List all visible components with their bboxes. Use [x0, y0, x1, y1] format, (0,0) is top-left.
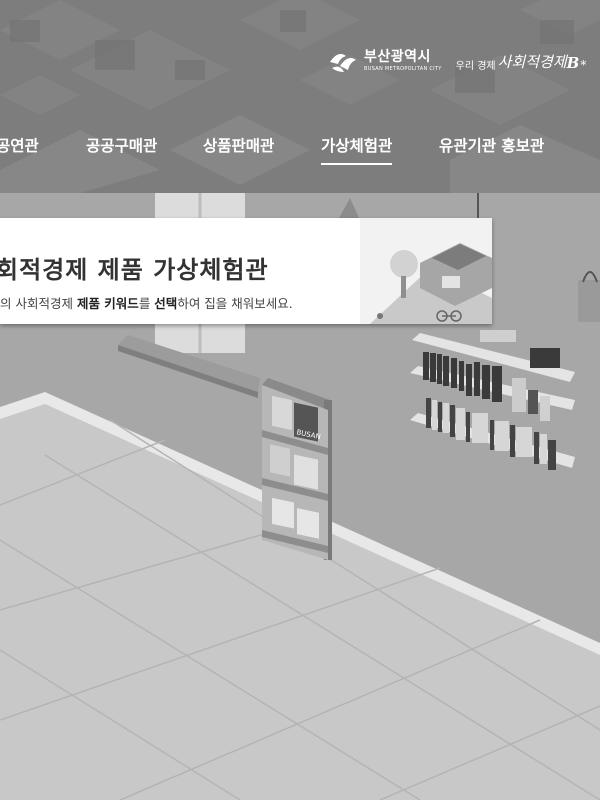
header-logos: 부산광역시 BUSAN METROPOLITAN CITY 우리 경제 사회적경…	[328, 44, 586, 78]
banner-subtitle: 의 사회적경제 제품 키워드를 선택하여 집을 채워보세요.	[0, 293, 293, 312]
banner-subtitle-part-5: 하여 집을 채워보세요.	[177, 296, 293, 311]
nav-item-virtual-experience-hall[interactable]: 가상체험관	[321, 134, 393, 165]
nav-item-related-agencies-hall[interactable]: 유관기관 홍보관	[439, 134, 544, 156]
experience-banner: 회적경제 제품 가상체험관 의 사회적경제 제품 키워드를 선택하여 집을 채워…	[0, 218, 492, 324]
header: 부산광역시 BUSAN METROPOLITAN CITY 우리 경제 사회적경…	[0, 0, 600, 193]
nav-item-product-sales-hall[interactable]: 상품판매관	[203, 134, 274, 156]
nav-item-public-purchase-hall[interactable]: 공공구매관	[86, 134, 157, 156]
banner-subtitle-keyword: 제품 키워드	[76, 296, 139, 311]
busan-logo-name: 부산광역시	[364, 49, 431, 65]
nav-item-performance-hall[interactable]: 공연관	[0, 134, 39, 156]
social-economy-logo-star: *	[580, 57, 587, 72]
banner-subtitle-part-3: 를	[138, 296, 155, 311]
social-economy-logo-main: 사회적경제	[497, 52, 567, 71]
busan-emblem-icon	[330, 54, 356, 72]
social-economy-logo-small: 우리 경제	[455, 60, 496, 72]
banner-subtitle-part-1: 의 사회적경제	[0, 296, 77, 311]
banner-town-illustration	[360, 218, 492, 324]
banner-subtitle-select: 선택	[154, 296, 178, 311]
busan-logo-subtitle: BUSAN METROPOLITAN CITY	[364, 66, 442, 72]
busan-logo[interactable]: 부산광역시 BUSAN METROPOLITAN CITY	[328, 48, 442, 74]
banner-title: 회적경제 제품 가상체험관	[0, 256, 269, 284]
social-economy-logo-mark: B	[566, 53, 580, 72]
header-background-illustration	[0, 0, 600, 193]
social-economy-logo[interactable]: 우리 경제 사회적경제 B *	[456, 51, 587, 72]
virtual-experience-page: 부산광역시 BUSAN METROPOLITAN CITY 우리 경제 사회적경…	[0, 0, 600, 800]
